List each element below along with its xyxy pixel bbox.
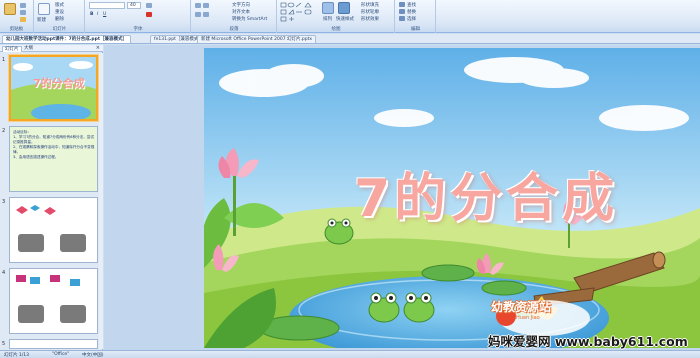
- current-slide[interactable]: 7的分合成 幼教资源站 Huan Jiao: [204, 48, 700, 348]
- copy-icon[interactable]: [20, 10, 26, 15]
- slide-number: 2: [2, 128, 6, 134]
- slide-number: 4: [2, 270, 6, 276]
- shape-outline-button[interactable]: 形状轮廓: [361, 9, 379, 15]
- font-group: 40 B I U 字体: [86, 0, 191, 33]
- slide-number: 3: [2, 199, 6, 205]
- slides-pane: 幻灯片 大纲 × 1 7的分合成 2 活动目标： 1、学习7的分合，知道7分成两…: [0, 45, 103, 350]
- theme-name: "Office": [52, 352, 70, 357]
- slide-thumbnail-5[interactable]: [9, 339, 98, 349]
- editing-group: 查找 替换 选择 编辑: [396, 0, 436, 33]
- pane-tabs: 幻灯片 大纲 ×: [0, 45, 103, 52]
- italic-button[interactable]: I: [97, 12, 98, 17]
- underline-button[interactable]: U: [103, 12, 106, 17]
- numbering-icon[interactable]: [203, 3, 209, 8]
- bold-button[interactable]: B: [90, 12, 93, 17]
- delete-button[interactable]: 删除: [55, 16, 64, 22]
- text-direction-button[interactable]: 文字方向: [232, 2, 250, 8]
- slide-editor: 7的分合成 幼教资源站 Huan Jiao: [104, 45, 700, 350]
- bullets-icon[interactable]: [195, 3, 201, 8]
- font-color-icon[interactable]: [146, 12, 152, 17]
- tab-slides[interactable]: 幻灯片: [2, 46, 22, 52]
- group-label: 段落: [229, 27, 239, 32]
- status-bar: 幻灯片 1/13 "Office" 中文(中国): [0, 350, 700, 358]
- shapes-gallery-icon[interactable]: [280, 2, 320, 24]
- paste-icon[interactable]: [4, 3, 16, 15]
- slide-thumbnail-2[interactable]: 活动目标： 1、学习7的分合，知道7分成两份有6种分法，尝试记录推算量。 2、在…: [9, 126, 98, 192]
- group-label: 幻灯片: [52, 27, 67, 32]
- replace-icon[interactable]: [399, 9, 405, 14]
- grow-font-icon[interactable]: [146, 3, 152, 8]
- logo-text: 幼教资源站: [491, 300, 552, 314]
- group-label: 字体: [133, 27, 143, 32]
- arrange-icon[interactable]: [322, 2, 334, 14]
- select-button[interactable]: 选择: [407, 16, 416, 22]
- tab-outline[interactable]: 大纲: [22, 46, 35, 52]
- drawing-group: 排列 快速样式 形状填充 形状轮廓 形状效果 绘图: [278, 0, 395, 33]
- thumbnail-text: 活动目标： 1、学习7的分合，知道7分成两份有6种分法，尝试记录推算量。 2、在…: [13, 130, 95, 159]
- quick-styles-icon[interactable]: [338, 2, 350, 14]
- slide-thumbnail-4[interactable]: [9, 268, 98, 334]
- document-tab-3[interactable]: 新建 Microsoft Office PowerPoint 2007 幻灯片.…: [197, 35, 317, 43]
- clipboard-group: 剪贴板: [0, 0, 34, 33]
- close-pane-icon[interactable]: ×: [96, 45, 100, 51]
- align-text-button[interactable]: 对齐文本: [232, 9, 250, 15]
- language: 中文(中国): [82, 353, 104, 358]
- arrange-label[interactable]: 排列: [323, 16, 332, 22]
- slide-thumbnail-1[interactable]: 7的分合成: [9, 55, 98, 121]
- align-center-icon[interactable]: [203, 12, 209, 17]
- convert-smartart-button[interactable]: 转换为 SmartArt: [232, 16, 267, 22]
- group-label: 编辑: [411, 27, 420, 32]
- font-name-field[interactable]: [89, 2, 125, 9]
- find-button[interactable]: 查找: [407, 2, 416, 8]
- font-size-field[interactable]: 40: [127, 2, 141, 9]
- cut-icon[interactable]: [20, 3, 26, 8]
- slide-counter: 幻灯片 1/13: [4, 353, 30, 358]
- pane-scrollbar[interactable]: [99, 53, 103, 349]
- slide-title[interactable]: 7的分合成: [204, 156, 700, 231]
- document-tab-strip: 幼儿园大班数学活动ppt课件：7的分合成.ppt［兼容模式］ fe131.ppt…: [0, 34, 700, 44]
- layout-button[interactable]: 版式: [55, 2, 64, 8]
- new-slide-label[interactable]: 新建: [37, 17, 46, 23]
- ribbon: 剪贴板 新建 版式 重设 删除 幻灯片 40 B I U 字体 文字方向 对齐文…: [0, 0, 700, 33]
- find-icon[interactable]: [399, 2, 405, 7]
- reset-button[interactable]: 重设: [55, 9, 64, 15]
- thumbnail-art: [10, 198, 97, 262]
- site-watermark: 妈咪爱婴网 www.baby611.com: [488, 334, 688, 349]
- shape-effects-button[interactable]: 形状效果: [361, 16, 379, 22]
- document-tab-1[interactable]: 幼儿园大班数学活动ppt课件：7的分合成.ppt［兼容模式］: [2, 35, 132, 43]
- thumbnail-title: 7的分合成: [33, 77, 85, 90]
- slide-number: 1: [2, 57, 6, 63]
- slide-number: 5: [2, 341, 6, 347]
- group-label: 绘图: [331, 27, 341, 32]
- format-painter-icon[interactable]: [20, 17, 26, 22]
- slide-thumbnail-3[interactable]: [9, 197, 98, 263]
- logo-subtext: Huan Jiao: [516, 315, 540, 321]
- align-left-icon[interactable]: [195, 12, 201, 17]
- new-slide-icon[interactable]: [38, 3, 50, 15]
- shape-fill-button[interactable]: 形状填充: [361, 2, 379, 8]
- select-icon[interactable]: [399, 16, 405, 21]
- paragraph-group: 文字方向 对齐文本 转换为 SmartArt 段落: [192, 0, 277, 33]
- slides-group: 新建 版式 重设 删除 幻灯片: [35, 0, 85, 33]
- replace-button[interactable]: 替换: [407, 9, 416, 15]
- group-label: 剪贴板: [9, 27, 24, 32]
- quick-styles-label[interactable]: 快速样式: [336, 16, 354, 22]
- thumbnail-art: [10, 269, 97, 333]
